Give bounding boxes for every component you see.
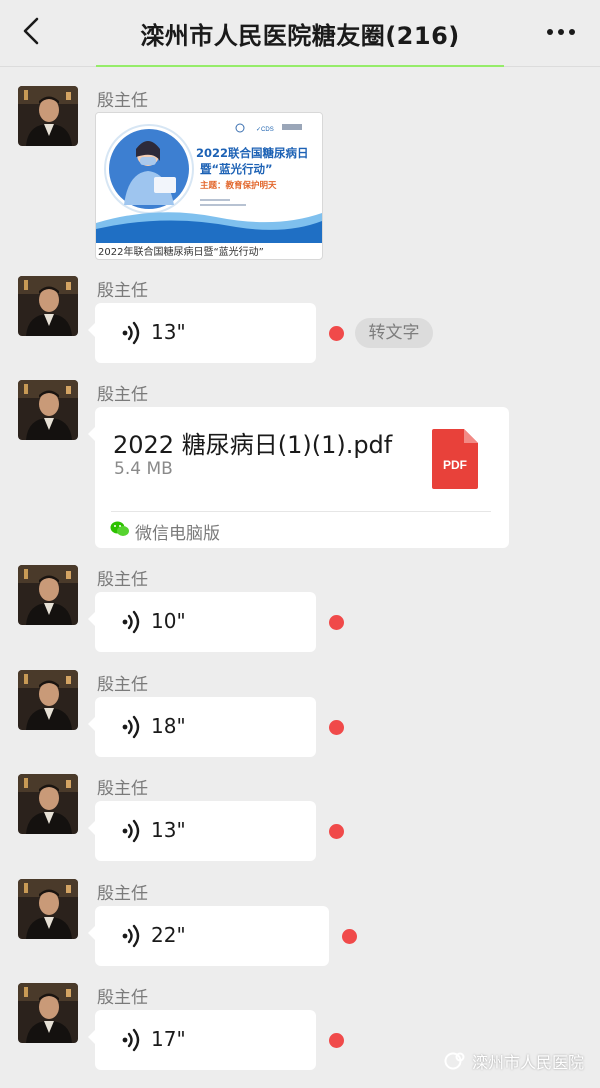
back-button[interactable] — [14, 14, 48, 48]
avatar-photo — [18, 774, 78, 834]
sender-name: 殷主任 — [97, 988, 148, 1008]
avatar-photo — [18, 276, 78, 336]
avatar-photo — [18, 86, 78, 146]
unread-dot — [329, 615, 344, 630]
poster-subtitle: 主题：教育保护明天 — [200, 180, 277, 191]
sender-name: 殷主任 — [97, 779, 148, 799]
voice-bubble[interactable]: 13" — [88, 801, 316, 861]
file-attachment[interactable]: 2022 糖尿病日(1)(1).pdf 5.4 MB PDF 微信电脑版 — [88, 407, 509, 548]
loading-progress-bar — [96, 65, 504, 67]
unread-dot — [329, 1033, 344, 1048]
wechat-official-account-icon — [444, 1052, 465, 1070]
pdf-file-icon: PDF — [432, 429, 478, 489]
avatar[interactable] — [18, 983, 78, 1043]
voice-duration: 13" — [151, 320, 186, 344]
voice-bubble[interactable]: 10" — [88, 592, 316, 652]
sender-name: 殷主任 — [97, 570, 148, 590]
sender-name: 殷主任 — [97, 281, 148, 301]
avatar[interactable] — [18, 565, 78, 625]
voice-bubble[interactable]: 13" — [88, 303, 316, 363]
diabetes-day-poster: ✓CDS 2022联合国糖尿病日 暨“蓝光行动” 主题：教育保护明天 — [96, 113, 322, 243]
voice-duration: 13" — [151, 818, 186, 842]
wechat-logo-icon — [110, 521, 129, 536]
watermark-text: 滦州市人民医院 — [471, 1053, 584, 1072]
file-name: 2022 糖尿病日(1)(1).pdf — [113, 431, 393, 459]
voice-wave-icon — [122, 610, 140, 634]
chat-title: 滦州市人民医院糖友圈(216) — [140, 21, 460, 50]
sender-name: 殷主任 — [97, 385, 148, 405]
avatar[interactable] — [18, 879, 78, 939]
voice-duration: 18" — [151, 714, 186, 738]
transcribe-button[interactable]: 转文字 — [355, 318, 433, 348]
voice-wave-icon — [122, 819, 140, 843]
avatar[interactable] — [18, 380, 78, 440]
avatar[interactable] — [18, 774, 78, 834]
avatar-photo — [18, 879, 78, 939]
more-options-button[interactable] — [544, 18, 578, 46]
avatar[interactable] — [18, 276, 78, 336]
file-size: 5.4 MB — [114, 459, 173, 479]
voice-wave-icon — [122, 715, 140, 739]
unread-dot — [329, 824, 344, 839]
chat-header: 滦州市人民医院糖友圈(216) — [0, 0, 600, 66]
voice-bubble[interactable]: 22" — [88, 906, 329, 966]
shared-image[interactable]: ✓CDS 2022联合国糖尿病日 暨“蓝光行动” 主题：教育保护明天 2022年… — [95, 112, 323, 260]
sender-name: 殷主任 — [97, 884, 148, 904]
voice-wave-icon — [122, 321, 140, 345]
voice-duration: 22" — [151, 923, 186, 947]
avatar-photo — [18, 380, 78, 440]
chat-screen: 滦州市人民医院糖友圈(216) 殷主任 ✓CDS 2022联合国糖尿病日 暨“蓝… — [0, 0, 600, 1088]
sender-name: 殷主任 — [97, 91, 148, 111]
voice-bubble[interactable]: 17" — [88, 1010, 316, 1070]
avatar[interactable] — [18, 670, 78, 730]
chevron-left-icon — [23, 17, 39, 45]
unread-dot — [342, 929, 357, 944]
pdf-label: PDF — [443, 458, 467, 472]
avatar-photo — [18, 565, 78, 625]
sender-name: 殷主任 — [97, 675, 148, 695]
voice-bubble[interactable]: 18" — [88, 697, 316, 757]
image-caption: 2022年联合国糖尿病日暨“蓝光行动” — [98, 247, 264, 258]
voice-duration: 17" — [151, 1027, 186, 1051]
file-source: 微信电脑版 — [135, 524, 220, 544]
avatar-photo — [18, 983, 78, 1043]
svg-text:✓CDS: ✓CDS — [256, 127, 274, 133]
voice-wave-icon — [122, 924, 140, 948]
more-dots-icon — [547, 29, 575, 35]
avatar-photo — [18, 670, 78, 730]
avatar[interactable] — [18, 86, 78, 146]
unread-dot — [329, 326, 344, 341]
account-watermark: 滦州市人民医院 — [444, 1049, 584, 1073]
poster-title-1: 2022联合国糖尿病日 — [196, 146, 309, 160]
poster-title-2: 暨“蓝光行动” — [200, 162, 273, 176]
file-divider — [111, 511, 491, 512]
voice-wave-icon — [122, 1028, 140, 1052]
unread-dot — [329, 720, 344, 735]
voice-duration: 10" — [151, 609, 186, 633]
